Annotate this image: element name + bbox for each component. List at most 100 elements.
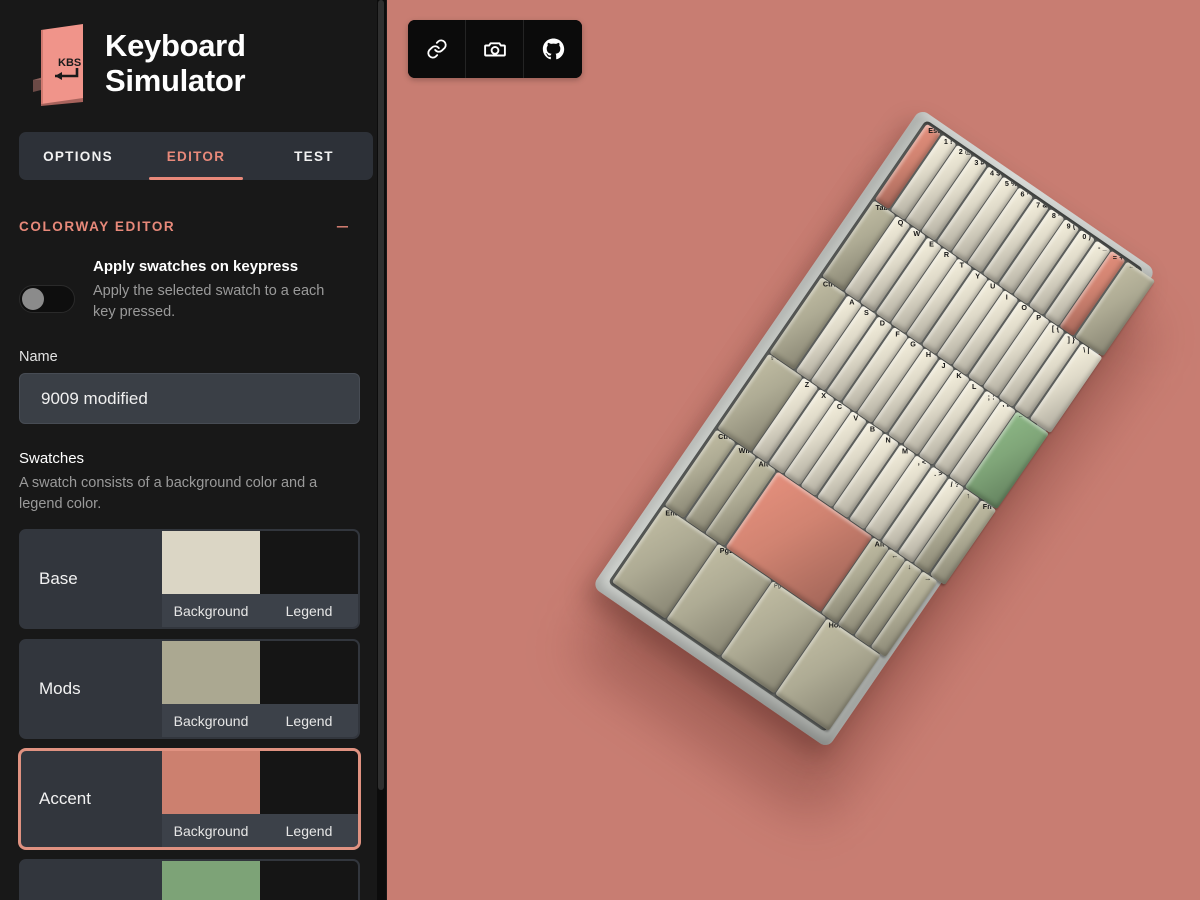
keycap[interactable]: [725, 471, 873, 613]
keycap-legend: ' ": [1003, 402, 1011, 412]
swatch-background-chip[interactable]: [162, 751, 260, 815]
keycap[interactable]: C: [784, 399, 852, 486]
swatch-legend-chip[interactable]: [260, 641, 358, 705]
minus-icon[interactable]: –: [337, 216, 373, 236]
keycap[interactable]: U: [937, 279, 1004, 365]
keycap[interactable]: 4 $: [936, 166, 1003, 252]
keycap[interactable]: Home: [775, 618, 881, 731]
sidebar-scrollbar-thumb[interactable]: [378, 0, 384, 790]
swatch-background-chip[interactable]: [162, 641, 260, 705]
keycap[interactable]: 2 @: [905, 144, 972, 231]
keycap[interactable]: Alt: [821, 537, 889, 624]
keycap[interactable]: Win: [684, 443, 756, 533]
swatch-colors: Background Legend: [162, 751, 358, 848]
keycap[interactable]: F: [841, 326, 909, 412]
keycap[interactable]: 3 #: [921, 155, 988, 241]
keycap[interactable]: 1 !: [890, 134, 957, 220]
apply-swatches-toggle[interactable]: [19, 285, 75, 313]
keycap[interactable]: Y: [921, 268, 988, 355]
swatch-accent[interactable]: Accent Background Legend: [19, 749, 360, 850]
share-link-button[interactable]: [408, 20, 466, 78]
keycap[interactable]: E: [875, 236, 942, 323]
keycap[interactable]: ⇧ Shift: [717, 353, 803, 453]
keycap[interactable]: = +: [1059, 250, 1126, 337]
keycap[interactable]: 7 &: [982, 197, 1049, 284]
keycap[interactable]: ; :: [934, 389, 1001, 476]
keycap[interactable]: ↑: [913, 488, 981, 575]
keycap[interactable]: ↓: [854, 560, 922, 647]
keycap[interactable]: D: [826, 315, 893, 402]
screenshot-button[interactable]: [466, 20, 524, 78]
swatch-legend-chip[interactable]: [260, 751, 358, 815]
swatch-background-caption: Background: [173, 712, 249, 729]
keycap-legend: U: [990, 281, 996, 291]
keycap[interactable]: / ?: [897, 477, 965, 564]
colorway-name-input[interactable]: 9009 modified: [19, 373, 360, 425]
keycap[interactable]: S: [811, 305, 878, 391]
keycap[interactable]: J: [888, 358, 955, 444]
keycap[interactable]: O: [967, 300, 1035, 386]
keycap[interactable]: 0 ): [1028, 229, 1096, 316]
keycap[interactable]: X: [768, 388, 835, 475]
swatch-background-chip[interactable]: [162, 531, 260, 595]
keycap-legend: ⇧ Shift: [770, 355, 788, 362]
keycap[interactable]: I: [952, 289, 1019, 376]
swatch-legend-chip[interactable]: [260, 531, 358, 595]
keycap[interactable]: R: [890, 247, 958, 333]
keycap[interactable]: H: [872, 347, 939, 434]
keycap-legend: Y: [975, 271, 981, 281]
tab-editor[interactable]: EDITOR: [137, 132, 255, 180]
swatch-base[interactable]: Base Background Legend: [19, 529, 360, 630]
swatch-mods[interactable]: Mods Background Legend: [19, 639, 360, 740]
keycap[interactable]: ' ": [949, 400, 1016, 486]
swatch-captions: Background Legend: [162, 814, 358, 848]
keycap[interactable]: 8 *: [998, 208, 1065, 294]
keycap[interactable]: [ {: [998, 321, 1065, 408]
keycap[interactable]: Z: [751, 377, 819, 464]
keycap[interactable]: 5 %: [951, 176, 1019, 263]
keycap[interactable]: T: [906, 258, 973, 344]
keycap[interactable]: A: [795, 294, 862, 381]
keycap[interactable]: B: [816, 421, 884, 508]
colorway-editor-section-header[interactable]: COLORWAY EDITOR –: [19, 212, 373, 240]
keycap[interactable]: ← Enter: [965, 411, 1050, 509]
tab-test[interactable]: TEST: [255, 132, 373, 180]
keycap[interactable]: ] }: [1014, 332, 1081, 418]
keycap[interactable]: N: [832, 432, 900, 519]
keycap[interactable]: Alt: [704, 457, 776, 547]
keycap[interactable]: →: [870, 571, 938, 658]
keycap[interactable]: L: [918, 379, 986, 465]
keycap[interactable]: Pg Up: [720, 581, 826, 694]
keycap[interactable]: 9 (: [1013, 219, 1080, 305]
keycap[interactable]: Ctrl: [769, 276, 847, 370]
keycap[interactable]: V: [800, 410, 868, 497]
sidebar-content: KBS Keyboard Simulator OPTIONS EDITOR TE…: [0, 0, 387, 900]
keycap-legend: ] }: [1067, 334, 1076, 344]
keycap[interactable]: Fn: [929, 499, 997, 586]
keycap[interactable]: Ctrl: [664, 429, 736, 519]
keycap[interactable]: Q: [844, 215, 911, 302]
keycap[interactable]: 6 ^: [967, 187, 1034, 273]
keycap[interactable]: \ |: [1029, 342, 1103, 434]
keycap[interactable]: - _: [1044, 240, 1111, 326]
keycap[interactable]: Tab: [822, 200, 896, 291]
keycap[interactable]: M: [848, 443, 916, 530]
swatch-background-chip[interactable]: [162, 861, 260, 900]
keycap[interactable]: K: [903, 368, 970, 455]
swatches-title: Swatches: [19, 450, 85, 468]
keycap[interactable]: , <: [864, 454, 932, 541]
sidebar-scrollbar-track[interactable]: [377, 0, 386, 900]
swatch-accent2[interactable]: Accent2 Background Legend: [19, 859, 360, 900]
github-button[interactable]: [524, 20, 582, 78]
keycap[interactable]: ← Backspace: [1075, 261, 1156, 357]
keycap[interactable]: W: [860, 226, 927, 312]
keycap[interactable]: End: [611, 506, 718, 619]
keycap[interactable]: . >: [881, 466, 949, 552]
keycap[interactable]: P: [983, 311, 1050, 397]
tab-options[interactable]: OPTIONS: [19, 132, 137, 180]
swatch-legend-chip[interactable]: [260, 861, 358, 900]
keycap[interactable]: Esc: [874, 123, 942, 210]
keycap[interactable]: PgDn: [666, 543, 772, 656]
keycap[interactable]: G: [857, 337, 924, 423]
keycap[interactable]: ←: [837, 548, 905, 635]
